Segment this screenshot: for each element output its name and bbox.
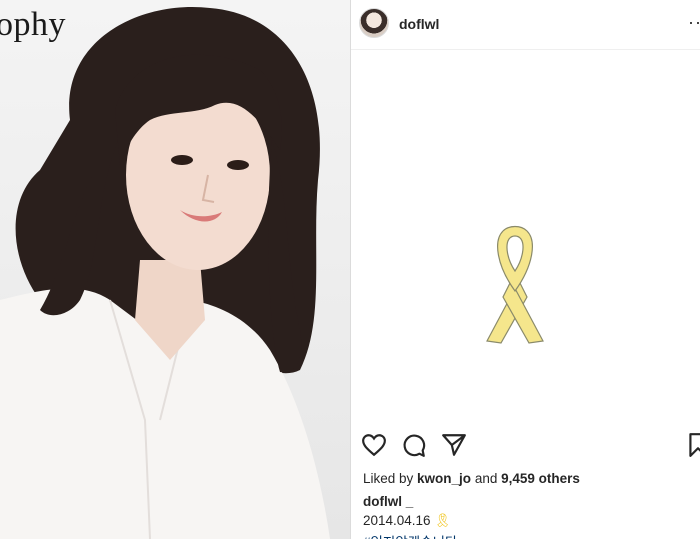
post-header: doflwl ·· — [351, 0, 700, 50]
post-username[interactable]: doflwl — [399, 16, 439, 32]
caption-text: 2014.04.16 🎗 — [363, 513, 451, 529]
likes-prefix: Liked by — [363, 471, 418, 486]
comment-icon[interactable] — [401, 432, 427, 458]
post-image[interactable] — [351, 51, 700, 424]
post-actions — [351, 432, 700, 462]
likes-line: Liked by kwon_jo and 9,459 others — [363, 471, 580, 486]
portrait-image — [0, 6, 330, 539]
photo-panel: ophy — [0, 0, 350, 539]
share-icon[interactable] — [441, 432, 467, 458]
ellipsis-icon[interactable]: ·· — [688, 12, 700, 33]
ribbon-icon — [486, 225, 544, 344]
ribbon-emoji-icon: 🎗 — [434, 513, 452, 528]
caption-date: 2014.04.16 — [363, 513, 431, 528]
heart-icon[interactable] — [361, 432, 387, 458]
likes-middle: and — [471, 471, 502, 486]
avatar[interactable] — [359, 8, 389, 38]
hashtag-link[interactable]: #잊지않겠습니다 — [363, 531, 457, 539]
instagram-post: doflwl ·· Liked by kwon_jo and 9,459 oth… — [350, 0, 700, 539]
brand-text: ophy — [0, 6, 66, 43]
bookmark-icon[interactable] — [687, 432, 700, 458]
caption-username[interactable]: doflwl _ — [363, 494, 413, 509]
others-count[interactable]: 9,459 others — [501, 471, 580, 486]
liked-by-user[interactable]: kwon_jo — [417, 471, 471, 486]
